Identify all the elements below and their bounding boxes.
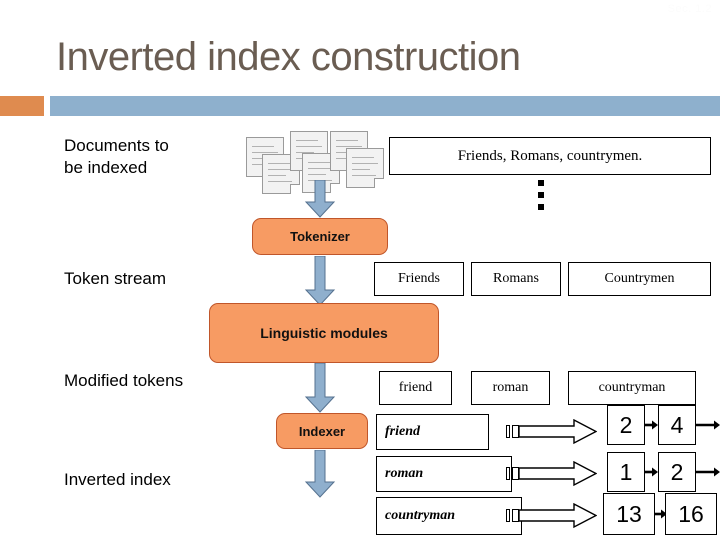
- process-tokenizer[interactable]: Tokenizer: [252, 218, 388, 255]
- black-right-arrow-icon: [645, 466, 658, 478]
- accent-bar-blue: [50, 96, 720, 116]
- hollow-right-arrow-icon: [519, 461, 597, 487]
- posting-tick-icon: [512, 467, 519, 480]
- posting-tick-icon: [512, 425, 519, 438]
- down-arrow-icon: [303, 256, 337, 306]
- black-right-arrow-icon: [696, 419, 720, 431]
- black-right-arrow-icon: [645, 419, 658, 431]
- posting-box: 1: [607, 452, 645, 492]
- posting-tick-icon: [506, 509, 510, 522]
- posting-box: 2: [658, 452, 696, 492]
- down-arrow-icon: [303, 450, 337, 498]
- modified-token-box: countryman: [568, 371, 696, 405]
- hollow-right-arrow-icon: [519, 503, 597, 529]
- modified-token-box: friend: [379, 371, 452, 405]
- dictionary-term-box: roman: [376, 456, 512, 492]
- posting-box: 4: [658, 405, 696, 445]
- dictionary-term-box: countryman: [376, 497, 522, 535]
- down-arrow-icon: [303, 180, 337, 218]
- page-title: Inverted index construction: [56, 35, 521, 79]
- stage-label-modified-tokens: Modified tokens: [64, 371, 184, 390]
- modified-token-box: roman: [471, 371, 550, 405]
- document-icon: [346, 148, 384, 188]
- vertical-ellipsis-icon: [538, 180, 544, 210]
- accent-bar-orange: [0, 96, 44, 116]
- posting-box: 2: [607, 405, 645, 445]
- token-box: Countrymen: [568, 262, 711, 296]
- black-right-arrow-icon: [696, 466, 720, 478]
- process-indexer[interactable]: Indexer: [276, 413, 368, 449]
- down-arrow-icon: [303, 363, 337, 413]
- stage-label-inverted-index: Inverted index: [64, 470, 171, 489]
- process-linguistic-modules[interactable]: Linguistic modules: [209, 303, 439, 363]
- posting-box: 13: [603, 493, 655, 535]
- hollow-right-arrow-icon: [519, 419, 597, 445]
- stage-label-documents: Documents to be indexed: [64, 136, 169, 177]
- token-box: Romans: [471, 262, 561, 296]
- posting-box: 16: [665, 493, 717, 535]
- posting-tick-icon: [512, 509, 519, 522]
- token-box: Friends: [374, 262, 464, 296]
- section-reference: Sec. 1.2: [667, 3, 712, 15]
- posting-tick-icon: [506, 425, 510, 438]
- posting-tick-icon: [506, 467, 510, 480]
- stage-label-token-stream: Token stream: [64, 269, 167, 288]
- slide-canvas: Sec. 1.2 Inverted index construction Doc…: [0, 0, 720, 540]
- source-sentence-box: Friends, Romans, countrymen.: [389, 137, 711, 175]
- dictionary-term-box: friend: [376, 414, 489, 450]
